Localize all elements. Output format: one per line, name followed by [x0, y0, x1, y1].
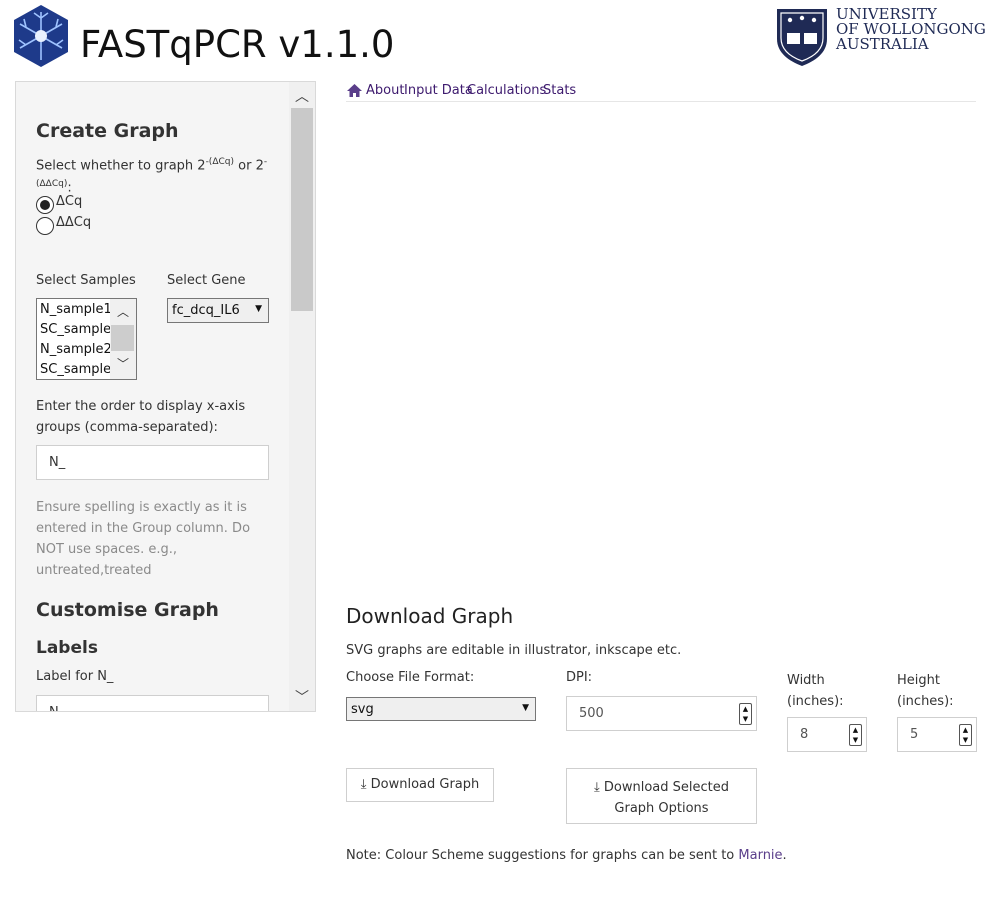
scroll-up-icon[interactable]: ︿ [289, 86, 315, 106]
label-for-n-input[interactable]: N_ [36, 695, 269, 711]
sample-option-1[interactable]: N_sample1 [40, 302, 112, 317]
width-label-line-1: Width [787, 673, 825, 688]
samples-scrollbar[interactable]: ︿ ﹀ [110, 299, 136, 379]
sample-option-4[interactable]: SC_sample2 [40, 362, 119, 377]
order-label: Enter the order to display x-axis groups… [36, 396, 245, 438]
label-for-n-value: N_ [49, 705, 65, 711]
marnie-link[interactable]: Marnie [738, 848, 782, 863]
select-gene-label: Select Gene [167, 273, 246, 288]
radio-dcq-label: ΔCq [56, 194, 83, 209]
height-spinner-icon[interactable]: ▲ ▼ [959, 723, 972, 746]
nav-tabs: About Input Data Calculations Stats [346, 82, 976, 102]
height-input[interactable]: 5 ▲ ▼ [897, 717, 977, 752]
colour-scheme-note: Note: Colour Scheme suggestions for grap… [346, 848, 787, 863]
radio-dcq[interactable] [36, 196, 54, 214]
dpi-value: 500 [579, 706, 604, 721]
order-help-text: Ensure spelling is exactly as it is ente… [36, 497, 250, 581]
download-graph-heading: Download Graph [346, 604, 514, 628]
svg-note: SVG graphs are editable in illustrator, … [346, 643, 682, 658]
sample-option-3[interactable]: N_sample2 [40, 342, 112, 357]
university-line-3: AUSTRALIA [836, 35, 929, 53]
radio-prompt-sup-2: - [263, 157, 268, 167]
radio-ddcq[interactable] [36, 217, 54, 235]
dpi-spinner-icon[interactable]: ▲ ▼ [739, 702, 752, 725]
dropdown-caret-icon: ▼ [522, 703, 529, 713]
colour-scheme-note-end: . [782, 848, 787, 863]
samples-listbox[interactable]: N_sample1 SC_sample1 N_sample2 SC_sample… [36, 298, 137, 380]
order-label-line-2: groups (comma-separated): [36, 420, 218, 435]
file-format-select[interactable]: svg ▼ [346, 697, 536, 721]
height-label-line-2: (inches): [897, 694, 954, 709]
download-options-button[interactable]: ⤓ Download Selected Graph Options [566, 768, 757, 824]
dropdown-caret-icon: ▼ [255, 304, 262, 314]
tab-input-data[interactable]: Input Data [404, 83, 473, 98]
order-label-line-1: Enter the order to display x-axis [36, 399, 246, 414]
gene-select-value: fc_dcq_IL6 [172, 303, 240, 318]
width-label-line-2: (inches): [787, 694, 844, 709]
order-input[interactable]: N_ [36, 445, 269, 480]
radio-prompt-text-1: Select whether to graph 2 [36, 158, 206, 174]
radio-prompt-text-3: (ΔΔCq) [36, 179, 68, 190]
university-crest-icon [777, 9, 827, 66]
file-format-value: svg [351, 702, 374, 717]
width-label: Width (inches): [787, 670, 844, 712]
create-graph-heading: Create Graph [36, 120, 179, 142]
customise-graph-heading: Customise Graph [36, 599, 219, 621]
width-input[interactable]: 8 ▲ ▼ [787, 717, 867, 752]
download-icon: ⤓ [594, 780, 600, 795]
download-options-label-2: Graph Options [614, 801, 709, 816]
dpi-input[interactable]: 500 ▲ ▼ [566, 696, 757, 731]
width-value: 8 [800, 727, 809, 742]
samples-scroll-down-icon[interactable]: ﹀ [110, 355, 136, 372]
radio-prompt-text-2: or 2 [234, 158, 264, 174]
tab-about[interactable]: About [366, 83, 404, 98]
app-title: FASTqPCR v1.1.0 [80, 23, 395, 66]
scroll-down-icon[interactable]: ﹀ [289, 687, 315, 707]
help-line-1: Ensure spelling is exactly as it is [36, 500, 247, 515]
radio-ddcq-label: ΔΔCq [56, 215, 92, 230]
select-samples-label: Select Samples [36, 273, 136, 288]
tab-stats[interactable]: Stats [543, 83, 576, 98]
university-name: UNIVERSITY OF WOLLONGONG AUSTRALIA [836, 7, 986, 52]
dpi-label: DPI: [566, 670, 593, 685]
app-logo-icon [14, 5, 68, 67]
labels-heading: Labels [36, 638, 98, 658]
height-label: Height (inches): [897, 670, 954, 712]
sidebar-panel[interactable]: ︿ ﹀ Create Graph Select whether to graph… [15, 81, 316, 712]
home-icon[interactable] [346, 83, 363, 98]
samples-scrollbar-thumb[interactable] [111, 325, 134, 351]
radio-prompt: Select whether to graph 2-(ΔCq) or 2- (Δ… [36, 153, 276, 198]
height-label-line-1: Height [897, 673, 940, 688]
label-for-n-label: Label for N_ [36, 669, 114, 684]
file-format-label: Choose File Format: [346, 670, 475, 685]
download-icon: ⤓ [360, 777, 367, 792]
help-line-2: entered in the Group column. Do [36, 521, 251, 536]
help-line-3: NOT use spaces. e.g., [36, 542, 177, 557]
scrollbar-thumb[interactable] [291, 108, 313, 311]
sample-option-2[interactable]: SC_sample1 [40, 322, 119, 337]
width-spinner-icon[interactable]: ▲ ▼ [849, 723, 862, 746]
tab-calculations[interactable]: Calculations [467, 83, 546, 98]
samples-scroll-up-icon[interactable]: ︿ [110, 303, 136, 320]
radio-prompt-sup-1: -(ΔCq) [205, 157, 234, 167]
help-line-4: untreated,treated [36, 563, 152, 578]
order-input-value: N_ [49, 455, 66, 470]
download-graph-button[interactable]: ⤓ Download Graph [346, 768, 494, 802]
download-graph-button-label: Download Graph [370, 777, 480, 792]
height-value: 5 [910, 727, 919, 742]
gene-select[interactable]: fc_dcq_IL6 ▼ [167, 298, 269, 323]
colour-scheme-note-text: Note: Colour Scheme suggestions for grap… [346, 848, 739, 863]
sidebar-scrollbar[interactable]: ︿ ﹀ [289, 82, 315, 711]
download-options-label-1: Download Selected [603, 780, 729, 795]
